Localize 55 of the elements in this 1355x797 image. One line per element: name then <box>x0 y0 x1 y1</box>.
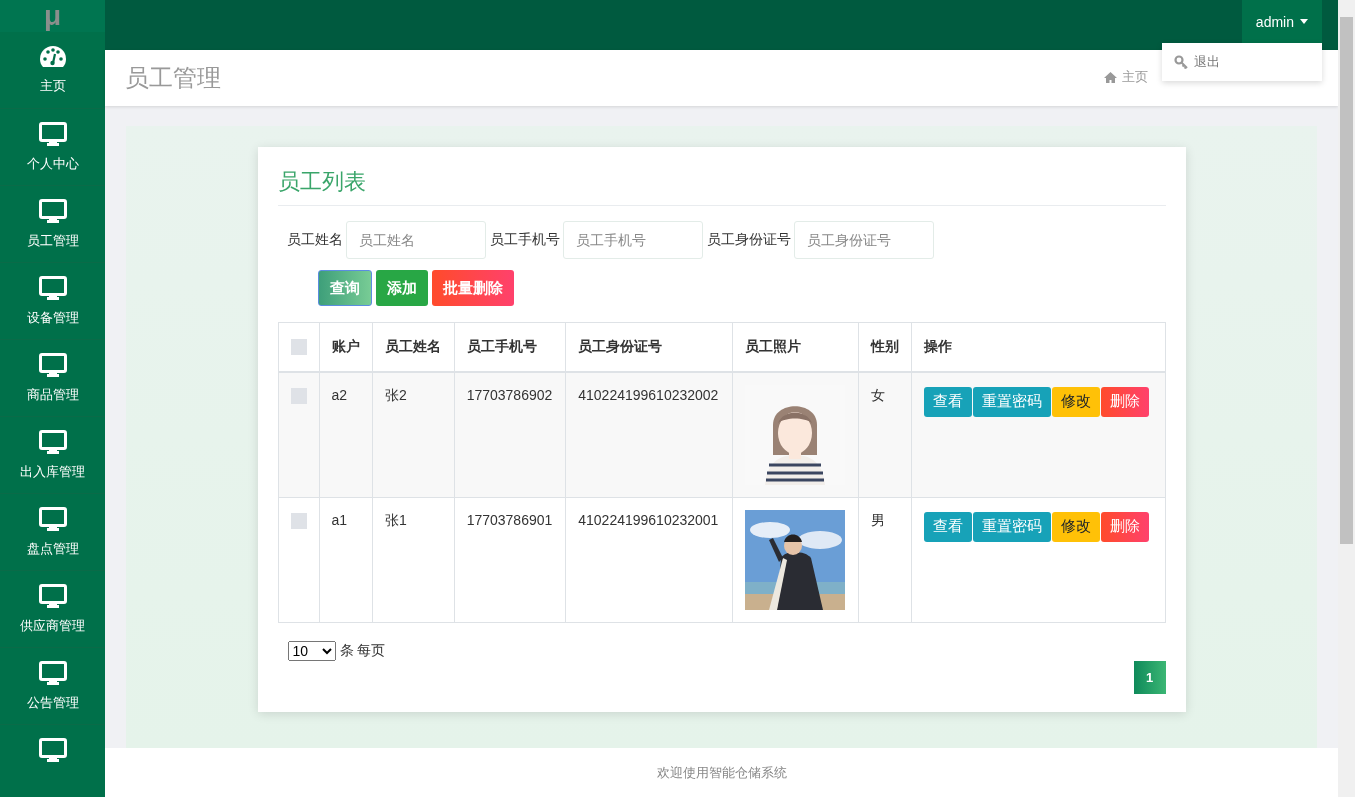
card-title: 员工列表 <box>277 167 1166 206</box>
monitor-icon <box>38 122 67 147</box>
monitor-icon <box>38 276 67 301</box>
input-field[interactable]: 员工身份证号 <box>793 221 934 259</box>
caret-icon <box>1300 19 1308 24</box>
monitor-icon <box>38 430 67 455</box>
key-icon <box>1174 55 1188 69</box>
table-cell: 张1 <box>372 497 455 622</box>
table-cell: 张2 <box>372 371 455 497</box>
column-header: 性别 <box>858 322 912 372</box>
table-cell: 410224199610232002 <box>565 371 733 497</box>
field-label: 员工姓名 <box>286 231 343 249</box>
column-header: 操作 <box>911 322 1165 372</box>
monitor-icon <box>38 353 67 378</box>
column-header: 员工身份证号 <box>565 322 733 372</box>
table-cell: 17703786902 <box>454 371 566 497</box>
dashboard-icon <box>38 45 67 69</box>
table-cell: a2 <box>319 371 373 497</box>
checkbox[interactable] <box>290 512 307 529</box>
page-title: 员工管理 <box>125 63 221 93</box>
add-button[interactable]: 添加 <box>375 270 428 306</box>
checkbox[interactable] <box>290 339 307 356</box>
user-menu-button[interactable]: admin <box>1241 0 1322 43</box>
monitor-icon <box>38 661 67 686</box>
delete-button[interactable]: 删除 <box>1101 386 1150 417</box>
monitor-icon <box>38 584 67 609</box>
table-cell: 女 <box>858 371 912 497</box>
table-cell: a1 <box>319 497 373 622</box>
page-button[interactable]: 1 <box>1133 660 1166 694</box>
scrollbar-thumb[interactable] <box>1340 17 1353 544</box>
edit-button[interactable]: 修改 <box>1052 511 1101 542</box>
input-field[interactable]: 员工手机号 <box>562 221 703 259</box>
column-header: 员工照片 <box>732 322 859 372</box>
checkbox[interactable] <box>290 387 307 404</box>
input-field[interactable]: 员工姓名 <box>345 221 486 259</box>
table-cell: 男 <box>858 497 912 622</box>
field-label: 员工身份证号 <box>706 231 791 249</box>
delete-button[interactable]: 删除 <box>1101 511 1150 542</box>
page-size-label: 条 每页 <box>339 641 386 660</box>
table-cell: 17703786901 <box>454 497 566 622</box>
monitor-icon <box>38 507 67 532</box>
footer-text: 欢迎使用智能仓储系统 <box>656 763 787 782</box>
monitor-icon <box>38 738 67 763</box>
delete-button[interactable]: 批量删除 <box>431 270 514 306</box>
table-cell: 410224199610232001 <box>565 497 733 622</box>
page-size-select[interactable]: 10 <box>287 640 336 661</box>
column-header: 员工手机号 <box>454 322 566 372</box>
edit-button[interactable]: 修改 <box>1052 386 1101 417</box>
field-label: 员工手机号 <box>489 231 560 249</box>
logout-menu-item[interactable]: 退出 <box>1194 53 1220 71</box>
home-icon <box>1104 71 1117 83</box>
logo: μ <box>43 0 62 32</box>
column-header: 账户 <box>319 322 373 372</box>
column-header: 员工姓名 <box>372 322 455 372</box>
monitor-icon <box>38 199 67 224</box>
